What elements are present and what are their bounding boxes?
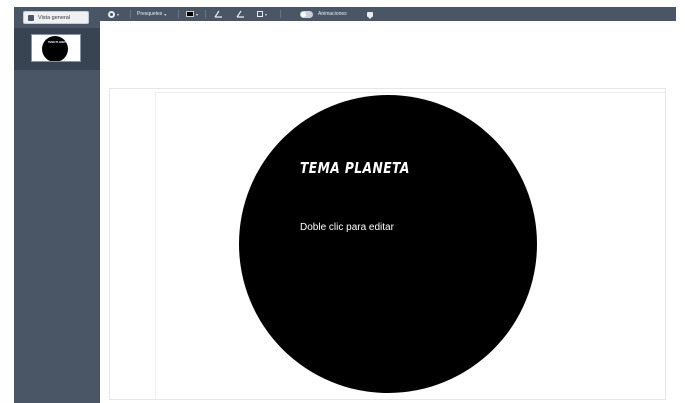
slide-title[interactable]: TEMA PLANETA — [300, 159, 410, 177]
slides-sidebar: Vista general TEMA PLANETA — [14, 7, 100, 403]
slide-subtitle-placeholder[interactable]: Doble clic para editar — [300, 222, 394, 233]
overview-icon — [28, 14, 34, 21]
overview-label: Vista general — [38, 14, 71, 21]
toggle-icon[interactable] — [300, 10, 313, 18]
toolbar-divider — [280, 10, 281, 18]
toolbar-divider — [178, 10, 179, 18]
chevron-down-icon: ▾ — [265, 11, 268, 17]
slide-thumbnail-strip: TEMA PLANETA — [14, 28, 100, 70]
presentation-editor: Vista general TEMA PLANETA ▾ Presquetes … — [0, 0, 685, 403]
line-weight-button[interactable] — [236, 7, 245, 21]
presets-dropdown[interactable]: Presquetes ▾ — [137, 7, 166, 21]
rect-icon — [257, 11, 263, 17]
chevron-down-icon: ▾ — [117, 11, 120, 17]
overview-button[interactable]: Vista general — [23, 11, 89, 24]
chevron-down-icon: ▾ — [196, 11, 199, 17]
line-style-button[interactable] — [214, 7, 223, 21]
style-dropdown[interactable]: ▾ — [108, 7, 119, 21]
toolbar-divider — [205, 10, 206, 18]
planet-circle-shape[interactable] — [239, 95, 537, 393]
line-angle-icon — [214, 10, 222, 18]
thumbnail-title: TEMA PLANETA — [48, 41, 68, 44]
presets-label: Presquetes — [137, 11, 163, 17]
fill-color-swatch — [186, 11, 194, 17]
formatting-toolbar: ▾ Presquetes ▾ ▾ ▾ Animaciones — [100, 7, 676, 21]
chevron-down-icon: ▾ — [164, 11, 167, 17]
comments-button[interactable] — [367, 7, 373, 21]
fill-color-dropdown[interactable]: ▾ — [186, 7, 198, 21]
animations-toggle[interactable]: Animaciones — [300, 7, 347, 21]
animations-label: Animaciones — [318, 11, 347, 17]
style-circle-icon — [108, 10, 115, 18]
shape-dropdown[interactable]: ▾ — [257, 7, 267, 21]
slide-canvas[interactable]: TEMA PLANETA Doble clic para editar — [109, 88, 666, 400]
toolbar-divider — [130, 10, 131, 18]
canvas-guide-line — [155, 93, 156, 399]
comment-icon — [367, 11, 373, 19]
canvas-guide-line — [155, 92, 665, 93]
slide-thumbnail[interactable]: TEMA PLANETA — [31, 34, 81, 62]
line-angle-icon — [236, 10, 244, 18]
thumbnail-planet-circle — [42, 36, 68, 61]
